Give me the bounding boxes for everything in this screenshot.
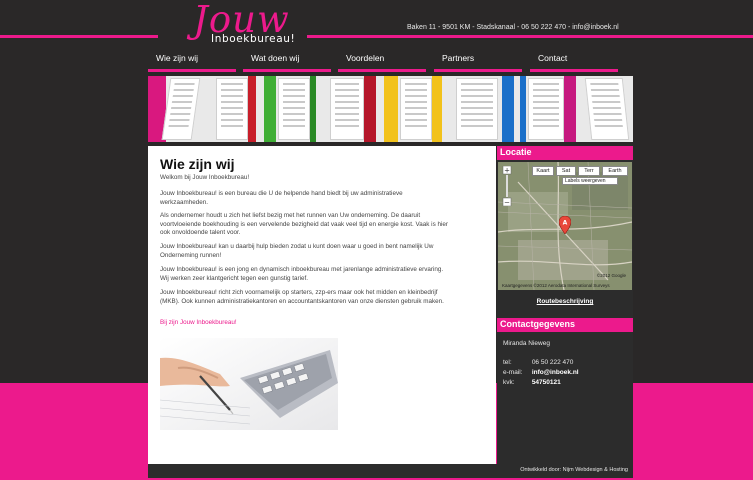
contactgegevens-title: Contactgegevens — [497, 318, 633, 332]
sidebar: Locatie + − Kaart Sat Terr Earth Labels … — [497, 146, 633, 464]
nav-label: Partners — [442, 53, 475, 63]
phone-label: tel: — [503, 359, 512, 366]
header-contact-line: Baken 11 - 9501 KM - Stadskanaal - 06 50… — [407, 24, 619, 31]
kvk-label: kvk: — [503, 379, 515, 386]
location-marker-icon[interactable]: A — [559, 216, 571, 234]
nav-underline — [148, 69, 236, 72]
footer: Ontwikkeld door: Nijm Webdesign & Hostin… — [148, 464, 633, 478]
nav-underline — [243, 69, 331, 72]
nav-item-partners[interactable]: Partners — [434, 52, 522, 72]
welcome-text: Welkom bij Jouw Inboekbureau! — [160, 174, 250, 181]
svg-text:−: − — [504, 199, 510, 207]
paragraph-doelgroep: Jouw Inboekbureau! richt zich voornameli… — [160, 289, 444, 305]
binder-pink — [148, 76, 201, 142]
labels-checkbox[interactable]: Labels weergeven — [562, 177, 618, 185]
nav-label: Contact — [538, 53, 568, 63]
nav-item-contact[interactable]: Contact — [530, 52, 618, 72]
nav-underline — [434, 69, 522, 72]
binder-green — [264, 76, 316, 142]
map-copyright-google: ©2012 Google — [596, 273, 626, 278]
logo-subtitle: Inboekbureau! — [211, 33, 296, 45]
svg-text:A: A — [563, 220, 568, 227]
map-type-kaart-button[interactable]: Kaart — [532, 166, 554, 176]
header-accent-line-left — [0, 35, 158, 38]
binder-yellow — [384, 76, 444, 142]
cta-link[interactable]: Bij zijn Jouw Inboekbureau! — [160, 319, 450, 328]
kvk-value: 54750121 — [531, 379, 561, 386]
route-description-link[interactable]: Routebeschrijving — [497, 298, 633, 305]
binder-blue — [520, 76, 578, 142]
map-type-sat-button[interactable]: Sat — [556, 166, 576, 176]
binder-white — [448, 76, 516, 142]
nav-label: Voordelen — [346, 53, 385, 63]
map-copyright: Kaartgegevens ©2012 Aerodata Internation… — [502, 283, 610, 288]
nav-item-voordelen[interactable]: Voordelen — [338, 52, 426, 72]
contact-name: Miranda Nieweg — [503, 340, 550, 347]
site-logo[interactable]: Jouw Inboekbureau! — [185, 0, 310, 46]
header-accent-line-right — [307, 35, 753, 38]
contact-kvk-row: kvk: 54750121 — [503, 379, 561, 386]
location-map[interactable]: + − Kaart Sat Terr Earth Labels weergeve… — [498, 162, 632, 290]
binder-red — [206, 76, 258, 142]
svg-text:+: + — [504, 167, 510, 175]
binder-pink-2 — [582, 76, 633, 142]
nav-label: Wat doen wij — [251, 53, 300, 63]
locatie-title: Locatie — [497, 146, 633, 160]
nav-underline — [338, 69, 426, 72]
nav-item-wat-doen-wij[interactable]: Wat doen wij — [243, 52, 331, 72]
contact-email-row: e-mail: info@inboek.nl — [503, 369, 579, 376]
zoom-control-icon[interactable]: + − — [502, 165, 512, 207]
paragraph-ondernemer: Als ondernemer houdt u zich het liefst b… — [160, 212, 448, 237]
email-link[interactable]: info@inboek.nl — [532, 369, 579, 376]
page-title: Wie zijn wij — [160, 156, 235, 172]
footer-credit-link[interactable]: Ontwikkeld door: Nijm Webdesign & Hostin… — [520, 467, 628, 473]
contact-phone-row: tel: 06 50 222 470 — [503, 359, 573, 366]
map-type-terr-button[interactable]: Terr — [578, 166, 600, 176]
paragraph-hulp: Jouw Inboekbureau! kan u daarbij hulp bi… — [160, 243, 434, 259]
binders-banner-image — [148, 76, 633, 142]
main-navigation: Wie zijn wij Wat doen wij Voordelen Part… — [0, 52, 753, 72]
nav-underline — [530, 69, 618, 72]
labels-checkbox-label: Labels weergeven — [565, 178, 606, 184]
map-type-earth-button[interactable]: Earth — [602, 166, 628, 176]
calculator-pen-photo — [160, 338, 338, 430]
phone-value: 06 50 222 470 — [531, 359, 574, 366]
paragraph-jong-dynamisch: Jouw Inboekbureau! is een jong en dynami… — [160, 266, 444, 282]
binder-red-2 — [322, 76, 378, 142]
nav-label: Wie zijn wij — [156, 53, 199, 63]
intro-paragraph: Jouw Inboekbureau! is een bureau die U d… — [160, 190, 403, 206]
email-label: e-mail: — [503, 369, 523, 376]
nav-item-wie-zijn-wij[interactable]: Wie zijn wij — [148, 52, 236, 72]
main-content: Wie zijn wij Welkom bij Jouw Inboekburea… — [148, 146, 496, 464]
